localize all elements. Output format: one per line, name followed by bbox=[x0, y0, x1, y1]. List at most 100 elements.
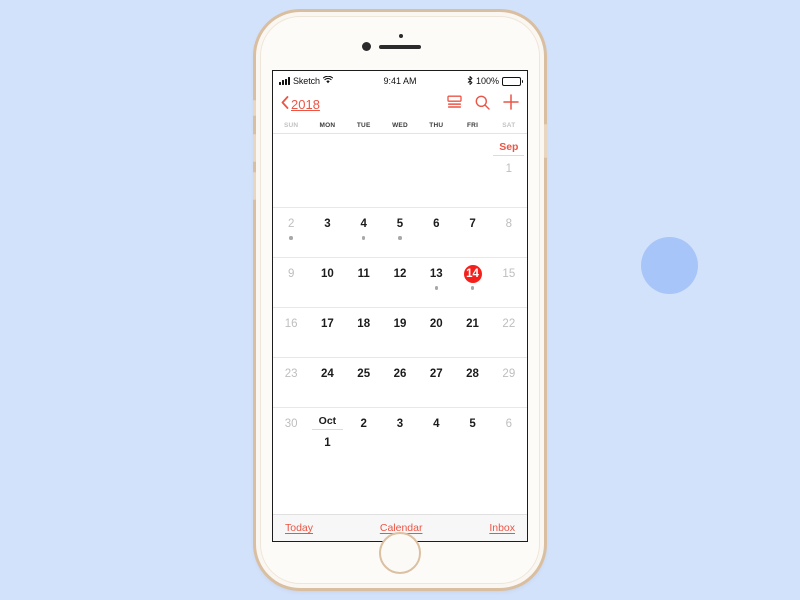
calendar-day-cell[interactable]: 5 bbox=[454, 408, 490, 481]
day-number: 1 bbox=[324, 437, 331, 449]
inbox-button[interactable]: Inbox bbox=[489, 522, 515, 534]
calendar-day-cell[interactable]: 30 bbox=[273, 408, 309, 481]
calendar-day-cell[interactable]: Sep 1 bbox=[491, 134, 527, 207]
chevron-left-icon bbox=[281, 95, 289, 114]
day-number: 20 bbox=[429, 318, 443, 330]
weekday-label-wed: WED bbox=[392, 122, 408, 129]
day-number: 23 bbox=[284, 368, 298, 380]
decorative-circle bbox=[641, 237, 698, 294]
calendar-day-cell[interactable]: 11 bbox=[346, 258, 382, 307]
battery-percent-label: 100% bbox=[475, 76, 499, 86]
weekday-label-fri: FRI bbox=[467, 122, 479, 129]
calendar-day-cell[interactable]: 3 bbox=[382, 408, 418, 481]
calendar-day-cell[interactable]: 28 bbox=[454, 358, 490, 407]
calendar-day-cell[interactable]: 24 bbox=[309, 358, 345, 407]
calendar-day-cell[interactable]: Oct 1 bbox=[309, 408, 345, 481]
weekday-label-tue: TUE bbox=[356, 122, 371, 129]
calendar-day-cell[interactable]: 13 bbox=[418, 258, 454, 307]
calendar-day-cell[interactable]: 8 bbox=[491, 208, 527, 257]
calendar-day-cell[interactable]: 6 bbox=[491, 408, 527, 481]
calendar-empty-cell bbox=[346, 134, 382, 207]
battery-full-icon bbox=[502, 76, 523, 86]
calendar-empty-cell bbox=[273, 134, 309, 207]
day-number: 25 bbox=[357, 368, 371, 380]
day-number: 13 bbox=[429, 268, 443, 280]
calendar-week-row: Sep 1 bbox=[273, 134, 527, 208]
day-number: 24 bbox=[321, 368, 334, 380]
day-number: 19 bbox=[393, 318, 407, 330]
month-label-rule bbox=[311, 429, 344, 430]
calendar-day-cell[interactable]: 21 bbox=[454, 308, 490, 357]
calendar-empty-cell bbox=[382, 134, 418, 207]
day-number: 7 bbox=[469, 218, 476, 230]
day-number: 15 bbox=[502, 268, 516, 280]
day-number: 12 bbox=[393, 268, 407, 280]
calendar-day-cell[interactable]: 16 bbox=[273, 308, 309, 357]
day-number: 30 bbox=[284, 418, 298, 430]
calendar-day-cell[interactable]: 3 bbox=[309, 208, 345, 257]
volume-down-button[interactable] bbox=[253, 172, 256, 200]
home-button[interactable] bbox=[379, 532, 421, 574]
calendar-day-cell[interactable]: 15 bbox=[491, 258, 527, 307]
calendar-day-cell[interactable]: 4 bbox=[418, 408, 454, 481]
weekday-label-thu: THU bbox=[429, 122, 444, 129]
today-button[interactable]: Today bbox=[285, 522, 313, 534]
calendar-day-cell[interactable]: 17 bbox=[309, 308, 345, 357]
day-number: 3 bbox=[324, 218, 331, 230]
calendar-grid: Sep 1 2 3 4 5 6 7 8 9 10 11 12 13 14 15 16 17 18 19 20 21 22 23… bbox=[273, 134, 527, 514]
event-dot bbox=[434, 286, 439, 290]
back-to-year-button[interactable]: 2018 bbox=[281, 95, 320, 114]
day-number: 5 bbox=[396, 218, 404, 230]
front-camera-icon bbox=[362, 42, 371, 51]
calendar-day-cell[interactable]: 7 bbox=[454, 208, 490, 257]
add-event-button[interactable] bbox=[503, 94, 519, 115]
calendar-day-cell[interactable]: 12 bbox=[382, 258, 418, 307]
calendar-week-row: 16 17 18 19 20 21 22 bbox=[273, 308, 527, 358]
calendar-day-cell[interactable]: 14 bbox=[454, 258, 490, 307]
weekday-header-row: SUN MON TUE WED THU FRI SAT bbox=[273, 118, 527, 134]
day-number: 1 bbox=[505, 163, 513, 175]
calendar-day-cell[interactable]: 10 bbox=[309, 258, 345, 307]
calendar-day-cell[interactable]: 5 bbox=[382, 208, 418, 257]
month-label-rule bbox=[493, 155, 525, 156]
calendar-day-cell[interactable]: 29 bbox=[491, 358, 527, 407]
power-button[interactable] bbox=[544, 124, 547, 158]
calendar-day-cell[interactable]: 26 bbox=[382, 358, 418, 407]
day-number: 9 bbox=[287, 268, 295, 280]
day-number: 5 bbox=[469, 418, 476, 430]
day-number: 17 bbox=[321, 318, 334, 330]
day-view-button[interactable] bbox=[447, 95, 462, 114]
day-number: 11 bbox=[357, 268, 370, 280]
search-button[interactable] bbox=[475, 95, 490, 115]
calendar-day-cell[interactable]: 20 bbox=[418, 308, 454, 357]
calendar-day-cell[interactable]: 6 bbox=[418, 208, 454, 257]
status-bar: Sketch 9:41 AM 100% bbox=[273, 71, 527, 91]
calendar-day-cell[interactable]: 19 bbox=[382, 308, 418, 357]
calendar-day-cell[interactable]: 2 bbox=[273, 208, 309, 257]
proximity-sensor-icon bbox=[399, 34, 403, 38]
event-dot bbox=[361, 236, 366, 240]
day-number: 4 bbox=[360, 218, 367, 230]
calendar-day-cell[interactable]: 2 bbox=[346, 408, 382, 481]
day-number: 8 bbox=[505, 218, 513, 230]
calendar-week-row: 2 3 4 5 6 7 8 bbox=[273, 208, 527, 258]
calendar-empty-cell bbox=[418, 134, 454, 207]
month-label-oct: Oct bbox=[318, 415, 337, 427]
day-number: 22 bbox=[502, 318, 516, 330]
calendar-day-cell[interactable]: 23 bbox=[273, 358, 309, 407]
calendar-day-cell[interactable]: 4 bbox=[346, 208, 382, 257]
calendar-day-cell[interactable]: 25 bbox=[346, 358, 382, 407]
back-year-label: 2018 bbox=[291, 97, 320, 112]
calendar-day-cell[interactable]: 22 bbox=[491, 308, 527, 357]
silent-switch[interactable] bbox=[253, 100, 256, 116]
calendar-day-cell[interactable]: 27 bbox=[418, 358, 454, 407]
day-number: 27 bbox=[429, 368, 443, 380]
day-number: 2 bbox=[287, 218, 295, 230]
navigation-bar: 2018 bbox=[273, 91, 527, 118]
day-number: 21 bbox=[466, 318, 479, 330]
weekday-label-mon: MON bbox=[319, 122, 336, 129]
calendar-day-cell[interactable]: 9 bbox=[273, 258, 309, 307]
event-dot bbox=[470, 286, 475, 290]
calendar-day-cell[interactable]: 18 bbox=[346, 308, 382, 357]
volume-up-button[interactable] bbox=[253, 134, 256, 162]
